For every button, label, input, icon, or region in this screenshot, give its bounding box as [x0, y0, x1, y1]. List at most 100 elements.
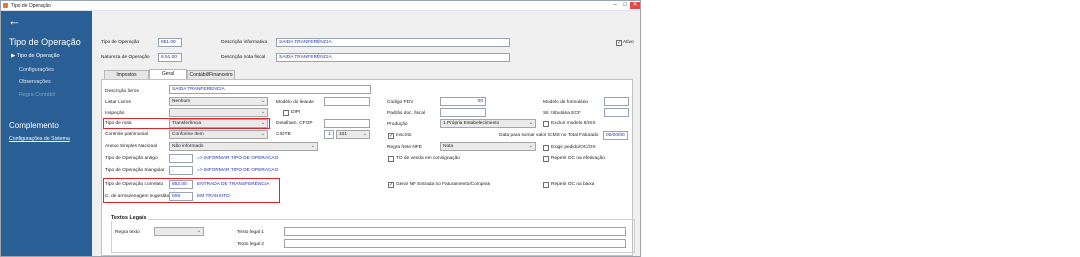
- dipi-checkbox[interactable]: [283, 110, 289, 116]
- texto-legal-2-input[interactable]: [284, 239, 626, 248]
- sidebar-item-configuracoes[interactable]: Configurações: [19, 67, 54, 73]
- listar-livros-value: Nenhum: [172, 99, 191, 104]
- padrao-doc-input[interactable]: [440, 108, 486, 117]
- modelo-formulario-label: Modelo de formulário: [543, 100, 589, 105]
- ciotb-input[interactable]: 1: [324, 130, 334, 139]
- tipo-antigo-input[interactable]: .: [169, 154, 193, 163]
- anexo-simples-value: Não informado: [172, 144, 204, 149]
- gerar-nf-checkbox[interactable]: ✓: [388, 182, 394, 188]
- to-venda-label: TO de venda em consignação: [396, 156, 460, 161]
- tipo-nota-select[interactable]: Transferência ⌄: [169, 119, 268, 128]
- sit-tributaria-label: Sit. tributária ECF: [543, 111, 581, 116]
- app-window: Tipo de Operação – □ ✕ ← Tipo de Operaçã…: [0, 0, 641, 257]
- texto-legal-2-label: Texto legal 2: [237, 242, 264, 247]
- tipo-operacao-input[interactable]: 851.00: [158, 38, 182, 47]
- chevron-down-icon: ⌄: [310, 143, 315, 149]
- detalham-cfop-label: Detalham. CFOP: [276, 121, 313, 126]
- tipo-antigo-hint: => INFORMAR TIPO DE OPERACAO: [197, 156, 279, 161]
- window-title: Tipo de Operação: [11, 3, 51, 9]
- anexo-simples-select[interactable]: Não informado ⌄: [169, 142, 318, 151]
- sidebar-item-observacoes[interactable]: Observações: [19, 79, 51, 85]
- regra-frete-select[interactable]: Nota ⌄: [440, 142, 536, 151]
- data-somar-input[interactable]: 00/00/00: [603, 131, 628, 140]
- sit-tributaria-input[interactable]: [604, 108, 629, 117]
- armazenagem-desc: EM TRANSITO: [197, 194, 230, 199]
- maximize-button[interactable]: □: [620, 2, 630, 9]
- inscrito-checkbox[interactable]: ✓: [388, 133, 394, 139]
- modelo-leiaute-label: Modelo do leiaute: [276, 100, 314, 105]
- repetir-baixa-label: Repetir OC na baixa: [551, 182, 595, 187]
- repetir-baixa-checkbox[interactable]: [543, 182, 549, 188]
- repetir-efetivacao-checkbox[interactable]: [543, 156, 549, 162]
- regra-frete-value: Nota: [443, 144, 454, 149]
- chevron-down-icon: ⌄: [362, 131, 367, 137]
- detalham-cfop-input[interactable]: [324, 119, 370, 128]
- app-icon: [3, 3, 8, 8]
- regra-texto-select[interactable]: ⌄: [154, 227, 204, 236]
- chevron-down-icon: ⌄: [260, 120, 265, 126]
- descricao-nota-fiscal-label: Descrição nota fiscal: [221, 55, 266, 60]
- to-venda-checkbox[interactable]: [388, 156, 394, 162]
- exigir-pedido-label: Exigir pedido/OC/OS: [551, 145, 596, 150]
- natureza-operacao-input[interactable]: 8.51.00: [158, 53, 182, 62]
- main-content: Tipo de Operação 851.00 Natureza de Oper…: [92, 11, 640, 256]
- texto-legal-1-input[interactable]: [284, 227, 626, 236]
- tipo-triangular-input[interactable]: .: [169, 166, 193, 175]
- armazenagem-input[interactable]: 008: [169, 192, 193, 201]
- close-button[interactable]: ✕: [630, 2, 640, 9]
- textos-legais-title: Textos Legais: [110, 215, 148, 221]
- codigo-pdv-label: Código PDV: [387, 100, 414, 105]
- ciotb-select-value: 101: [339, 132, 348, 137]
- ativo-checkbox[interactable]: ✓: [616, 40, 622, 46]
- codigo-pdv-input[interactable]: 00: [440, 97, 486, 106]
- producao-select[interactable]: 1.Própria Estabelecimento ⌄: [440, 119, 536, 128]
- controle-patrimonial-select[interactable]: Conforme Item ⌄: [169, 130, 268, 139]
- tipo-triangular-label: Tipo de Operação triangular: [105, 168, 165, 173]
- padrao-doc-label: Padrão doc. fiscal: [387, 111, 426, 116]
- exigir-pedido-checkbox[interactable]: [543, 145, 549, 151]
- tipo-correlato-input[interactable]: 852.00: [169, 180, 193, 189]
- listar-livros-select[interactable]: Nenhum ⌄: [169, 97, 268, 106]
- title-bar: Tipo de Operação – □ ✕: [1, 1, 640, 11]
- tab-contabil-financeiro[interactable]: Contábil/Financeiro: [187, 70, 235, 79]
- sidebar-item-label: Tipo de Operação: [16, 53, 60, 59]
- back-arrow-icon[interactable]: ←: [8, 14, 21, 27]
- descricao-livros-input[interactable]: SAIDA TRANFERENCIA: [169, 85, 371, 94]
- inspecao-select[interactable]: ⌄: [169, 108, 268, 117]
- ciotb-label: CIOTB: [276, 132, 291, 137]
- sidebar-section-complemento: Complemento: [9, 121, 59, 130]
- tipo-triangular-hint: => INFORMAR TIPO DE OPERACAO: [197, 168, 279, 173]
- tab-impostos[interactable]: Impostos: [104, 70, 149, 79]
- sidebar-item-regra-contabil: Regra Contábil: [19, 92, 55, 98]
- gerar-nf-label: Gerar NF Entrada no Faturamento/Compras: [396, 182, 491, 187]
- sidebar: ← Tipo de Operação ▶ Tipo de Operação Co…: [1, 11, 92, 256]
- ativo-label: Ativo: [623, 40, 634, 45]
- inspecao-label: Inspeção: [105, 111, 125, 116]
- inscrito-label: Inscrito: [396, 133, 412, 138]
- dipi-label: DIPI: [291, 110, 301, 115]
- regra-frete-label: Regra frete NFE: [387, 145, 422, 150]
- tipo-correlato-label: Tipo de Operação correlato: [105, 182, 164, 187]
- link-configuracoes-sistema[interactable]: Configurações de Sistema: [9, 136, 70, 142]
- natureza-operacao-label: Natureza de Operação: [101, 55, 150, 60]
- tipo-nota-value: Transferência: [172, 121, 202, 126]
- sidebar-item-tipo-operacao[interactable]: ▶ Tipo de Operação: [11, 53, 60, 59]
- descricao-nota-fiscal-input[interactable]: SAIDA TRANFERÊNCIA: [276, 53, 510, 62]
- descricao-livros-label: Descrição livros: [105, 89, 139, 94]
- modelo-leiaute-input[interactable]: [324, 97, 370, 106]
- producao-label: Produção: [387, 122, 408, 127]
- excluir-modelo-checkbox[interactable]: [543, 121, 549, 127]
- tipo-antigo-label: Tipo de Operação antigo: [105, 156, 158, 161]
- tab-geral[interactable]: Geral: [149, 69, 187, 79]
- producao-value: 1.Própria Estabelecimento: [443, 121, 500, 126]
- repetir-efetivacao-label: Repetir OC na efetivação: [551, 156, 605, 161]
- minimize-button[interactable]: –: [610, 2, 620, 9]
- chevron-down-icon: ⌄: [260, 109, 265, 115]
- sidebar-heading: Tipo de Operação: [9, 37, 81, 47]
- descricao-informativa-label: Descrição informativa: [221, 40, 268, 45]
- modelo-formulario-input[interactable]: [604, 97, 629, 106]
- ciotb-select[interactable]: 101 ⌄: [336, 130, 370, 139]
- tipo-operacao-label: Tipo de Operação: [101, 40, 140, 45]
- data-somar-label: Data para somar valor ICMS no Total Fatu…: [499, 133, 599, 138]
- descricao-informativa-input[interactable]: SAIDA TRANFERÊNCIA: [276, 38, 510, 47]
